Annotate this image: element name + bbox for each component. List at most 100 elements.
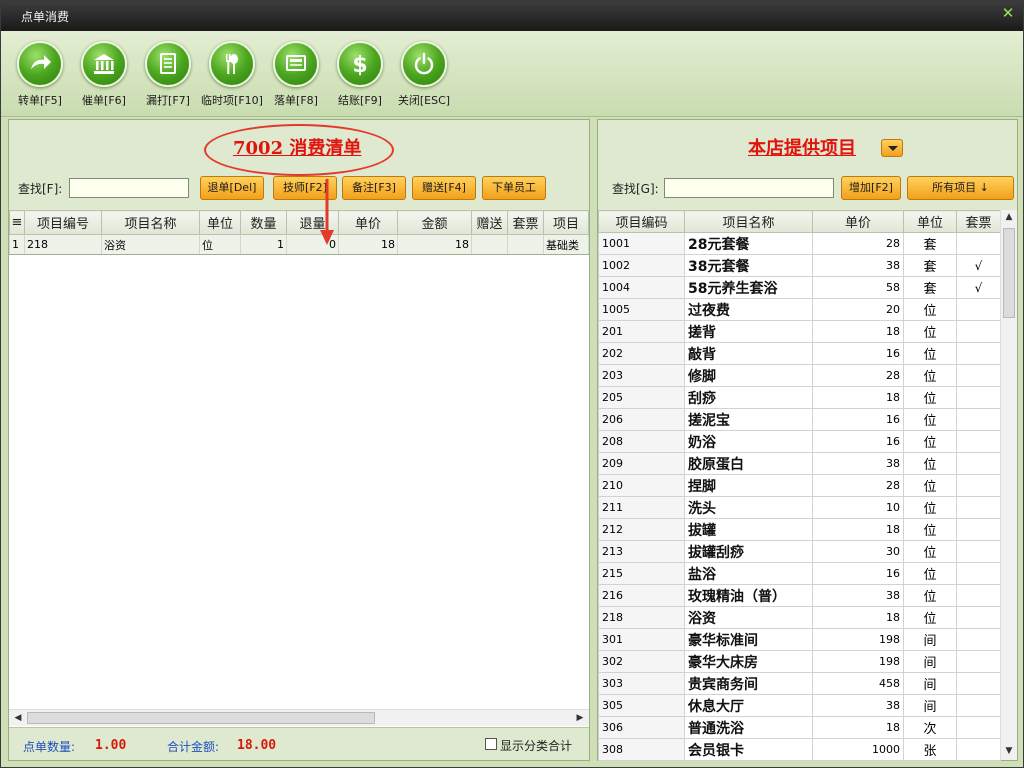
table-row[interactable]: 203 修脚 28 位 <box>598 364 1001 387</box>
table-row[interactable]: 218 浴资 18 位 <box>598 606 1001 629</box>
table-row[interactable]: 301 豪华标准间 198 间 <box>598 628 1001 651</box>
cell-ticket <box>507 234 544 255</box>
transfer-order-button[interactable]: 转单[F5] <box>8 41 72 117</box>
table-row[interactable]: 205 刮痧 18 位 <box>598 386 1001 409</box>
column-header[interactable]: ≡ <box>9 210 25 235</box>
scrollbar-thumb[interactable] <box>1003 228 1015 318</box>
all-items-dropdown[interactable]: 所有项目 ↓ <box>907 176 1014 200</box>
column-header[interactable]: 项目编号 <box>24 210 102 235</box>
table-row[interactable]: 212 拔罐 18 位 <box>598 518 1001 541</box>
cell-name: 搓泥宝 <box>684 408 813 431</box>
cell-unit: 位 <box>903 430 957 453</box>
table-row[interactable]: 306 普通洗浴 18 次 <box>598 716 1001 739</box>
table-row[interactable]: 201 搓背 18 位 <box>598 320 1001 343</box>
column-header[interactable]: 项目 <box>543 210 589 235</box>
column-header[interactable]: 数量 <box>240 210 287 235</box>
cell-price: 16 <box>812 408 904 431</box>
item-search-input[interactable] <box>664 178 834 198</box>
show-category-total-checkbox[interactable] <box>485 738 497 750</box>
technician-button[interactable]: 技师[F2] <box>273 176 337 200</box>
checkout-button[interactable]: $ 结账[F9] <box>328 41 392 117</box>
table-row[interactable]: 305 休息大厅 38 间 <box>598 694 1001 717</box>
column-header[interactable]: 项目名称 <box>684 210 813 233</box>
table-row[interactable]: 1002 38元套餐 38 套 √ <box>598 254 1001 277</box>
column-header[interactable]: 金额 <box>397 210 472 235</box>
table-row[interactable]: 302 豪华大床房 198 间 <box>598 650 1001 673</box>
cell-ticket <box>956 584 1001 607</box>
place-order-button[interactable]: 落单[F8] <box>264 41 328 117</box>
cell-code: 218 <box>598 606 685 629</box>
cell-name: 奶浴 <box>684 430 813 453</box>
column-header[interactable]: 单价 <box>338 210 398 235</box>
table-row[interactable]: 206 搓泥宝 16 位 <box>598 408 1001 431</box>
cell-price: 38 <box>812 452 904 475</box>
toolbar-label: 漏打[F7] <box>146 94 190 107</box>
cell-name: 洗头 <box>684 496 813 519</box>
scroll-down-icon[interactable]: ▼ <box>1002 745 1016 758</box>
table-row[interactable]: 211 洗头 10 位 <box>598 496 1001 519</box>
cell-code: 305 <box>598 694 685 717</box>
table-row[interactable]: 303 贵宾商务间 458 间 <box>598 672 1001 695</box>
close-icon[interactable]: ✕ <box>1001 6 1015 21</box>
column-header[interactable]: 退量 <box>286 210 339 235</box>
order-staff-button[interactable]: 下单员工 <box>482 176 546 200</box>
cell-price: 18 <box>812 716 904 739</box>
table-row[interactable]: 215 盐浴 16 位 <box>598 562 1001 585</box>
table-row[interactable]: 210 捏脚 28 位 <box>598 474 1001 497</box>
cell-unit: 位 <box>903 298 957 321</box>
cell-ticket <box>956 232 1001 255</box>
cell-unit: 位 <box>903 452 957 475</box>
column-header[interactable]: 套票 <box>507 210 544 235</box>
cell-code: 212 <box>598 518 685 541</box>
cell-price: 16 <box>812 342 904 365</box>
consume-window: 点单消费 ✕ 转单[F5] 催单[F6] 漏打[F7] 临时项[F10] 落单[… <box>0 0 1024 768</box>
vertical-scrollbar[interactable]: ▲ ▼ <box>1000 210 1017 760</box>
table-header-row: ≡ 项目编号 项目名称 单位 数量 退量 单价 金额 赠送 套票 项目 <box>9 210 589 235</box>
column-header[interactable]: 项目编码 <box>598 210 685 233</box>
table-row[interactable]: 1001 28元套餐 28 套 <box>598 232 1001 255</box>
table-row[interactable]: 213 拔罐刮痧 30 位 <box>598 540 1001 563</box>
cell-code: 211 <box>598 496 685 519</box>
cell-ticket: √ <box>956 276 1001 299</box>
column-header[interactable]: 单位 <box>903 210 957 233</box>
column-header[interactable]: 单价 <box>812 210 904 233</box>
table-row[interactable]: 1004 58元养生套浴 58 套 √ <box>598 276 1001 299</box>
table-row[interactable]: 1 218 浴资 位 1 0 18 18 基础类 <box>9 234 589 255</box>
toolbar-label: 落单[F8] <box>274 94 318 107</box>
order-search-input[interactable] <box>69 178 189 198</box>
cell-unit: 位 <box>903 584 957 607</box>
cell-unit: 位 <box>903 540 957 563</box>
cell-index: 1 <box>9 234 25 255</box>
column-header[interactable]: 赠送 <box>471 210 508 235</box>
cell-price: 198 <box>812 628 904 651</box>
chevron-down-icon[interactable] <box>881 139 903 157</box>
scrollbar-thumb[interactable] <box>27 712 375 724</box>
table-row[interactable]: 308 会员银卡 1000 张 <box>598 738 1001 761</box>
scroll-right-icon[interactable]: ▶ <box>573 712 587 725</box>
reprint-button[interactable]: 漏打[F7] <box>136 41 200 117</box>
refund-button[interactable]: 退单[Del] <box>200 176 264 200</box>
column-header[interactable]: 套票 <box>956 210 1001 233</box>
close-button[interactable]: 关闭[ESC] <box>392 41 456 117</box>
table-row[interactable]: 216 玫瑰精油（普） 38 位 <box>598 584 1001 607</box>
table-row[interactable]: 209 胶原蛋白 38 位 <box>598 452 1001 475</box>
scroll-up-icon[interactable]: ▲ <box>1002 211 1016 224</box>
horizontal-scrollbar[interactable]: ◀ ▶ <box>9 709 589 726</box>
cell-code: 210 <box>598 474 685 497</box>
urge-order-button[interactable]: 催单[F6] <box>72 41 136 117</box>
cell-code: 201 <box>598 320 685 343</box>
gift-button[interactable]: 赠送[F4] <box>412 176 476 200</box>
column-header[interactable]: 项目名称 <box>101 210 200 235</box>
cell-price: 18 <box>812 320 904 343</box>
temp-item-button[interactable]: 临时项[F10] <box>200 41 264 117</box>
table-row[interactable]: 208 奶浴 16 位 <box>598 430 1001 453</box>
cell-name: 28元套餐 <box>684 232 813 255</box>
column-header[interactable]: 单位 <box>199 210 241 235</box>
remark-button[interactable]: 备注[F3] <box>342 176 406 200</box>
table-row[interactable]: 1005 过夜费 20 位 <box>598 298 1001 321</box>
table-row[interactable]: 202 敲背 16 位 <box>598 342 1001 365</box>
cell-name: 拔罐刮痧 <box>684 540 813 563</box>
screen-icon <box>273 41 319 87</box>
scroll-left-icon[interactable]: ◀ <box>11 712 25 725</box>
add-item-button[interactable]: 增加[F2] <box>841 176 901 200</box>
